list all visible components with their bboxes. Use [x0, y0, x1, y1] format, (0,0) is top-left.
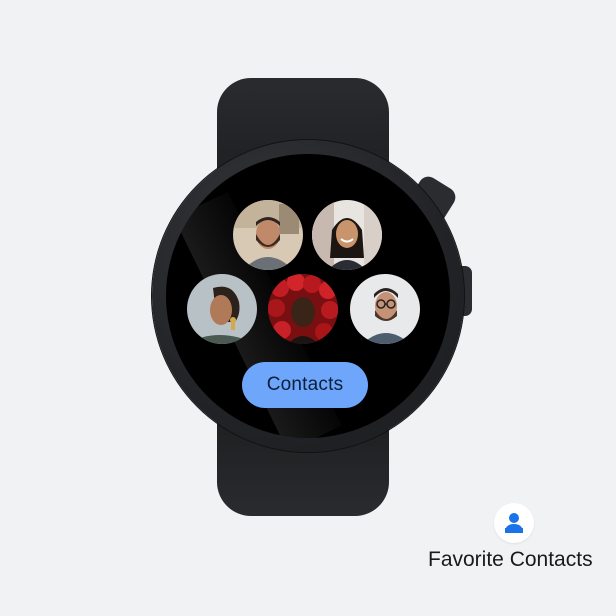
- tile-title: Favorite Contacts: [428, 548, 593, 571]
- contact-avatar-woman-profile[interactable]: [187, 274, 257, 344]
- contact-avatar-woman-smiling[interactable]: [312, 200, 382, 270]
- contact-avatar-woman-red-roses[interactable]: [268, 274, 338, 344]
- contacts-button-label: Contacts: [266, 374, 344, 395]
- contact-avatar-man-glasses[interactable]: [350, 274, 420, 344]
- contacts-button[interactable]: Contacts: [242, 362, 368, 408]
- person-icon: [494, 503, 534, 543]
- contact-avatar-man-beard[interactable]: [233, 200, 303, 270]
- watch-mockup: Contacts Favorite Contacts: [0, 0, 616, 616]
